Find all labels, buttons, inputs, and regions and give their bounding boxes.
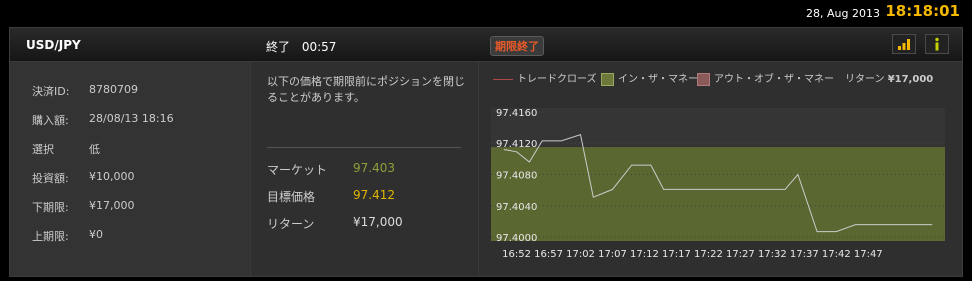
detail-row: 上期限: ¥0 (32, 228, 103, 243)
trade-details: 決済ID: 8780709 購入額: 28/08/13 18:16 選択低 投資額:… (10, 62, 251, 276)
expired-badge: 期限終了 (490, 36, 544, 56)
green-swatch (601, 72, 614, 86)
return-value: ¥17,000 (353, 215, 403, 229)
divider (267, 147, 461, 148)
x-tick-label: 17:12 (630, 249, 659, 260)
x-tick-label: 17:42 (822, 249, 851, 260)
target-row: 目標価格 97.412 (267, 188, 395, 204)
current-date: 28, Aug 2013 (806, 7, 880, 20)
currency-pair: USD/JPY (26, 38, 81, 52)
x-tick-label: 17:07 (598, 249, 627, 260)
x-tick-label: 17:17 (662, 249, 691, 260)
target-value: 97.412 (353, 188, 395, 202)
trade-status: 終了 00:57 (266, 38, 344, 55)
market-row: マーケット 97.403 (267, 161, 395, 177)
signal-button[interactable] (892, 34, 916, 54)
red-swatch (697, 72, 710, 86)
legend-trade-close: トレードクローズ (493, 70, 597, 85)
y-tick-label: 97.4000 (496, 233, 537, 244)
legend-return: リターン ¥17,000 (845, 74, 934, 85)
current-time: 18:18:01 (885, 2, 960, 20)
x-tick-label: 17:47 (854, 249, 883, 260)
y-tick-label: 97.4120 (496, 139, 537, 150)
detail-row: 決済ID: 8780709 (32, 83, 138, 98)
x-tick-label: 17:22 (694, 249, 723, 260)
x-tick-label: 17:37 (790, 249, 819, 260)
x-tick-label: 17:32 (758, 249, 787, 260)
legend-in-money: イン・ザ・マネー (601, 70, 698, 86)
status-time: 00:57 (301, 40, 337, 54)
x-tick-label: 17:02 (566, 249, 595, 260)
price-chart: 97.4160 97.4120 97.4080 97.4040 97.4000 16:5… (491, 108, 945, 260)
y-tick-label: 97.4080 (496, 171, 537, 182)
in-the-money-zone (491, 147, 945, 241)
legend-out-money: アウト・オブ・ザ・マネー (697, 70, 834, 86)
signal-bars-icon (898, 39, 910, 50)
trade-panel: USD/JPY 終了 00:57 期限終了 決済ID: 8780709 購入額: 2… (9, 27, 963, 277)
y-tick-label: 97.4040 (496, 202, 537, 213)
detail-row: 選択低 (32, 143, 100, 156)
trade-header: USD/JPY 終了 00:57 期限終了 (10, 28, 962, 62)
return-row: リターン ¥17,000 (267, 215, 403, 231)
x-tick-label: 16:57 (534, 249, 563, 260)
status-label: 終了 (266, 40, 291, 54)
market-info: 以下の価格で期限前にポジションを閉じることがあります。 マーケット 97.403… (251, 62, 479, 276)
close-note: 以下の価格で期限前にポジションを閉じることがあります。 (267, 75, 465, 104)
y-tick-label: 97.4160 (496, 108, 537, 119)
top-bar: 28, Aug 2013 18:18:01 (0, 0, 972, 26)
detail-row: 購入額: 28/08/13 18:16 (32, 112, 174, 127)
info-icon (935, 37, 939, 51)
line-swatch (493, 78, 513, 80)
market-value: 97.403 (353, 161, 395, 175)
detail-row: 投資額: ¥10,000 (32, 170, 135, 185)
price-chart-panel: トレードクローズ イン・ザ・マネー アウト・オブ・ザ・マネー リターン ¥17,… (479, 62, 962, 276)
x-tick-label: 16:52 (502, 249, 531, 260)
info-button[interactable] (925, 34, 949, 54)
detail-row: 下期限: ¥17,000 (32, 199, 135, 214)
x-tick-label: 17:27 (726, 249, 755, 260)
